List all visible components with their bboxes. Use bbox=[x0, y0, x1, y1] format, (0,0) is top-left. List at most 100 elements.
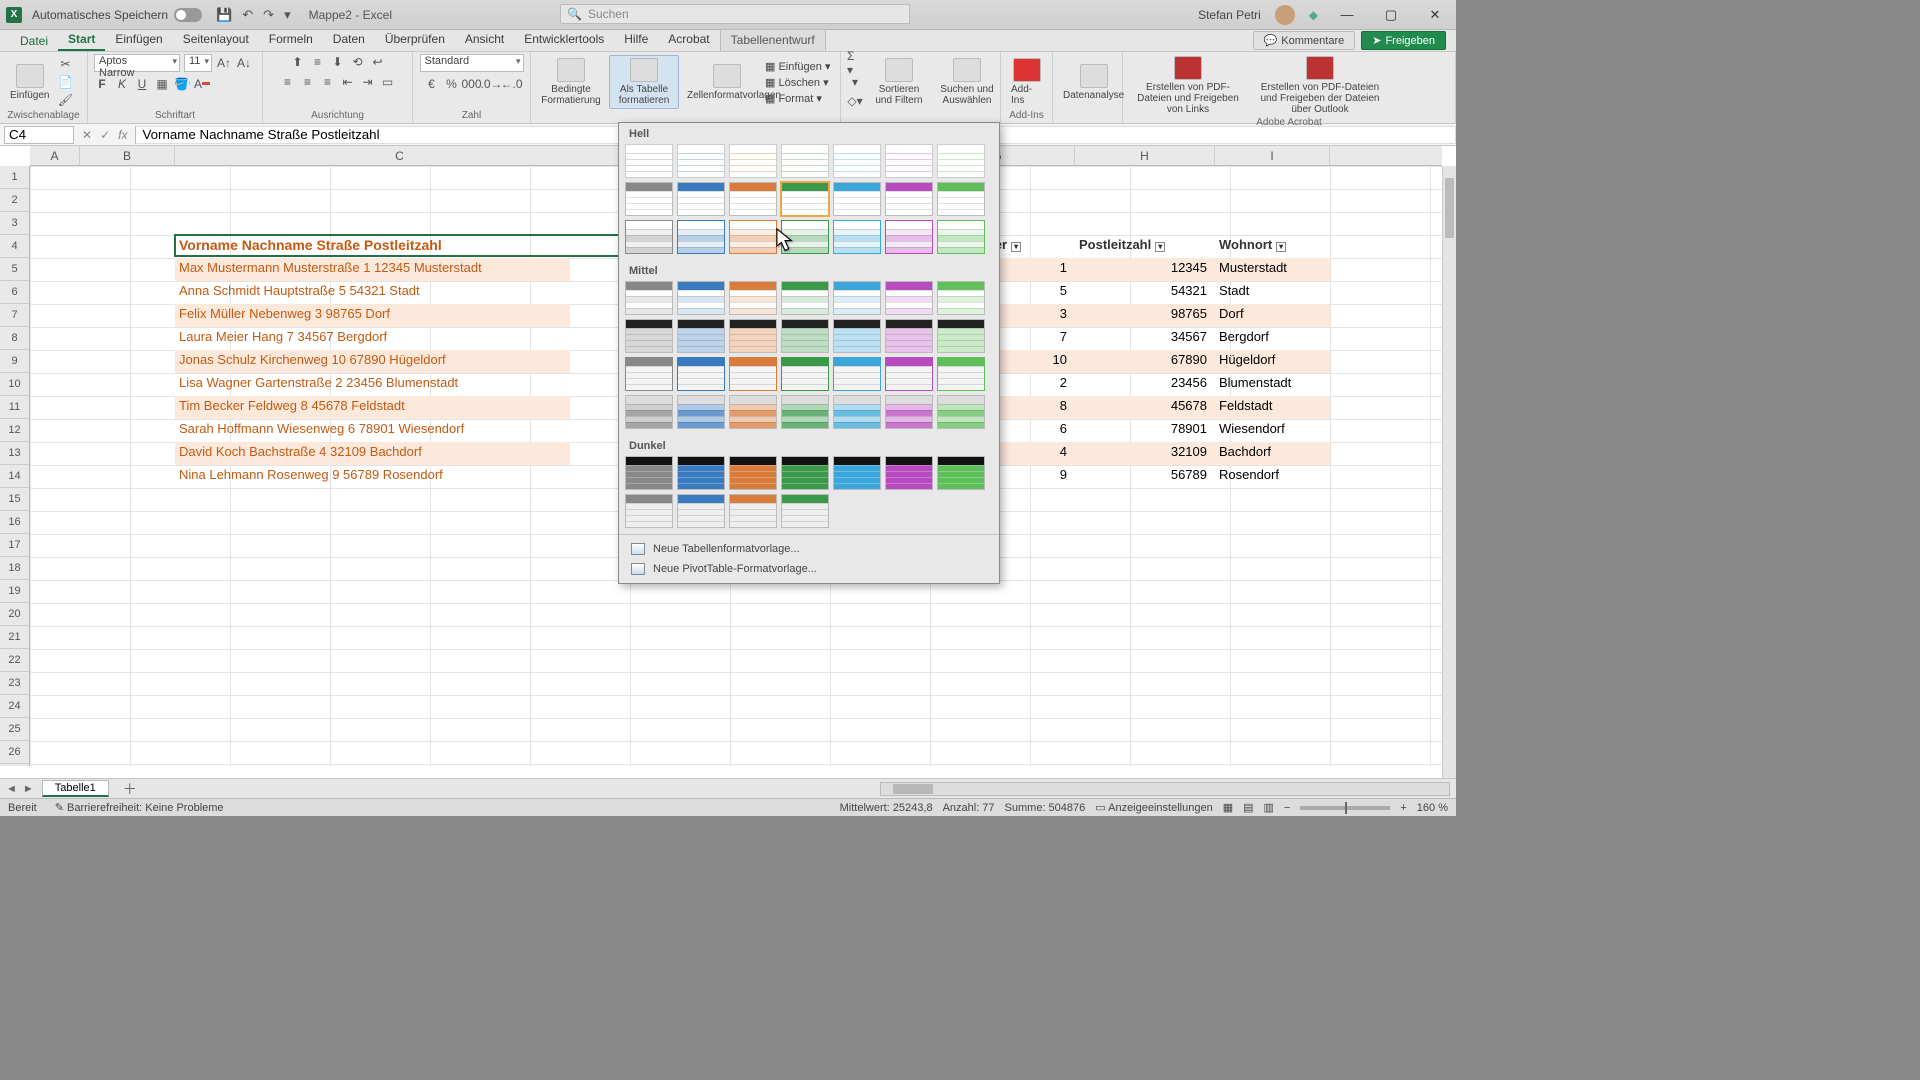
cell[interactable]: Hügeldorf bbox=[1215, 350, 1326, 369]
percent-icon[interactable]: % bbox=[444, 76, 460, 92]
row-header-8[interactable]: 8 bbox=[0, 327, 29, 350]
comma-icon[interactable]: 000 bbox=[464, 76, 480, 92]
insert-cells-button[interactable]: ▦ Einfügen ▾ bbox=[765, 60, 830, 73]
table-style-swatch[interactable] bbox=[833, 357, 881, 391]
name-box[interactable] bbox=[4, 126, 74, 144]
delete-cells-button[interactable]: ▦ Löschen ▾ bbox=[765, 76, 830, 89]
tab-seitenlayout[interactable]: Seitenlayout bbox=[173, 29, 259, 51]
table-style-swatch[interactable] bbox=[677, 456, 725, 490]
row-header-4[interactable]: 4 bbox=[0, 235, 29, 258]
table-style-swatch[interactable] bbox=[677, 220, 725, 254]
table-style-swatch[interactable] bbox=[625, 357, 673, 391]
enter-formula-icon[interactable]: ✓ bbox=[100, 128, 110, 142]
tab-ansicht[interactable]: Ansicht bbox=[455, 29, 514, 51]
table-style-swatch[interactable] bbox=[625, 395, 673, 429]
table-style-swatch[interactable] bbox=[781, 456, 829, 490]
row-header-15[interactable]: 15 bbox=[0, 488, 29, 511]
cell[interactable]: Nina Lehmann Rosenweg 9 56789 Rosendorf bbox=[175, 465, 621, 484]
new-pivot-style-button[interactable]: Neue PivotTable-Formatvorlage... bbox=[619, 559, 999, 579]
table-style-swatch[interactable] bbox=[729, 281, 777, 315]
tab-acrobat[interactable]: Acrobat bbox=[658, 29, 719, 51]
table-style-swatch[interactable] bbox=[781, 357, 829, 391]
row-header-13[interactable]: 13 bbox=[0, 442, 29, 465]
decrease-font-icon[interactable]: A↓ bbox=[236, 55, 252, 71]
sheet-nav-next-icon[interactable]: ► bbox=[23, 783, 34, 795]
row-header-3[interactable]: 3 bbox=[0, 212, 29, 235]
conditional-formatting-button[interactable]: Bedingte Formatierung bbox=[537, 56, 605, 108]
diamond-icon[interactable]: ◆ bbox=[1309, 8, 1318, 22]
table-style-swatch[interactable] bbox=[729, 456, 777, 490]
row-header-22[interactable]: 22 bbox=[0, 649, 29, 672]
format-painter-icon[interactable]: 🖌 bbox=[57, 92, 73, 108]
tab-daten[interactable]: Daten bbox=[323, 29, 375, 51]
row-header-5[interactable]: 5 bbox=[0, 258, 29, 281]
row-headers[interactable]: 1234567891011121314151617181920212223242… bbox=[0, 166, 30, 766]
row-header-7[interactable]: 7 bbox=[0, 304, 29, 327]
indent-inc-icon[interactable]: ⇥ bbox=[360, 74, 376, 90]
zoom-level[interactable]: 160 % bbox=[1417, 802, 1448, 814]
cell[interactable]: 67890 bbox=[1075, 350, 1211, 369]
tab-formeln[interactable]: Formeln bbox=[259, 29, 323, 51]
table-style-swatch[interactable] bbox=[625, 220, 673, 254]
row-header-6[interactable]: 6 bbox=[0, 281, 29, 304]
table-style-swatch[interactable] bbox=[937, 395, 985, 429]
cell[interactable]: Felix Müller Nebenweg 3 98765 Dorf bbox=[175, 304, 621, 323]
table-style-swatch[interactable] bbox=[885, 357, 933, 391]
table-style-swatch[interactable] bbox=[625, 494, 673, 528]
col-header-I[interactable]: I bbox=[1215, 146, 1330, 165]
row-header-23[interactable]: 23 bbox=[0, 672, 29, 695]
table-style-swatch[interactable] bbox=[937, 182, 985, 216]
format-cells-button[interactable]: ▦ Format ▾ bbox=[765, 92, 830, 105]
table-header[interactable]: Wohnort▾ bbox=[1215, 235, 1326, 254]
table-style-swatch[interactable] bbox=[729, 395, 777, 429]
row-header-17[interactable]: 17 bbox=[0, 534, 29, 557]
table-style-swatch[interactable] bbox=[781, 281, 829, 315]
table-style-swatch[interactable] bbox=[833, 281, 881, 315]
tab-tabellenentwurf[interactable]: Tabellenentwurf bbox=[720, 29, 826, 51]
autosave-toggle[interactable]: Automatisches Speichern bbox=[32, 8, 202, 22]
align-center-icon[interactable]: ≡ bbox=[300, 74, 316, 90]
indent-dec-icon[interactable]: ⇤ bbox=[340, 74, 356, 90]
table-style-swatch[interactable] bbox=[677, 281, 725, 315]
table-style-swatch[interactable] bbox=[833, 182, 881, 216]
cell[interactable]: Rosendorf bbox=[1215, 465, 1326, 484]
cell[interactable]: 34567 bbox=[1075, 327, 1211, 346]
row-header-9[interactable]: 9 bbox=[0, 350, 29, 373]
table-style-swatch[interactable] bbox=[625, 319, 673, 353]
table-style-swatch[interactable] bbox=[937, 456, 985, 490]
inc-decimal-icon[interactable]: .0→ bbox=[484, 76, 500, 92]
increase-font-icon[interactable]: A↑ bbox=[216, 55, 232, 71]
table-style-swatch[interactable] bbox=[677, 494, 725, 528]
filter-dropdown-icon[interactable]: ▾ bbox=[1011, 242, 1021, 252]
copy-icon[interactable]: 📄 bbox=[57, 74, 73, 90]
cut-icon[interactable]: ✂ bbox=[57, 56, 73, 72]
save-icon[interactable]: 💾 bbox=[216, 7, 232, 23]
table-style-swatch[interactable] bbox=[781, 494, 829, 528]
table-style-swatch[interactable] bbox=[625, 182, 673, 216]
table-style-swatch[interactable] bbox=[885, 144, 933, 178]
vertical-scrollbar[interactable] bbox=[1442, 166, 1456, 780]
table-style-swatch[interactable] bbox=[677, 182, 725, 216]
tab-einfügen[interactable]: Einfügen bbox=[105, 29, 172, 51]
table-style-swatch[interactable] bbox=[677, 395, 725, 429]
cell[interactable]: Blumenstadt bbox=[1215, 373, 1326, 392]
row-header-24[interactable]: 24 bbox=[0, 695, 29, 718]
col-header-A[interactable]: A bbox=[30, 146, 80, 165]
format-as-table-button[interactable]: Als Tabelle formatieren bbox=[609, 55, 679, 109]
cell[interactable]: Bergdorf bbox=[1215, 327, 1326, 346]
filter-dropdown-icon[interactable]: ▾ bbox=[1276, 242, 1286, 252]
table-style-swatch[interactable] bbox=[885, 220, 933, 254]
table-style-swatch[interactable] bbox=[729, 220, 777, 254]
view-page-layout-icon[interactable]: ▤ bbox=[1243, 801, 1253, 814]
row-header-20[interactable]: 20 bbox=[0, 603, 29, 626]
user-avatar[interactable] bbox=[1275, 5, 1295, 25]
qat-more-icon[interactable]: ▾ bbox=[284, 7, 291, 23]
search-box[interactable]: 🔍 Suchen bbox=[560, 4, 910, 24]
close-button[interactable]: ✕ bbox=[1420, 5, 1450, 25]
row-header-21[interactable]: 21 bbox=[0, 626, 29, 649]
table-style-swatch[interactable] bbox=[781, 144, 829, 178]
merge-icon[interactable]: ▭ bbox=[380, 74, 396, 90]
row-header-10[interactable]: 10 bbox=[0, 373, 29, 396]
cell[interactable]: 23456 bbox=[1075, 373, 1211, 392]
autosum-icon[interactable]: Σ ▾ bbox=[847, 55, 863, 71]
